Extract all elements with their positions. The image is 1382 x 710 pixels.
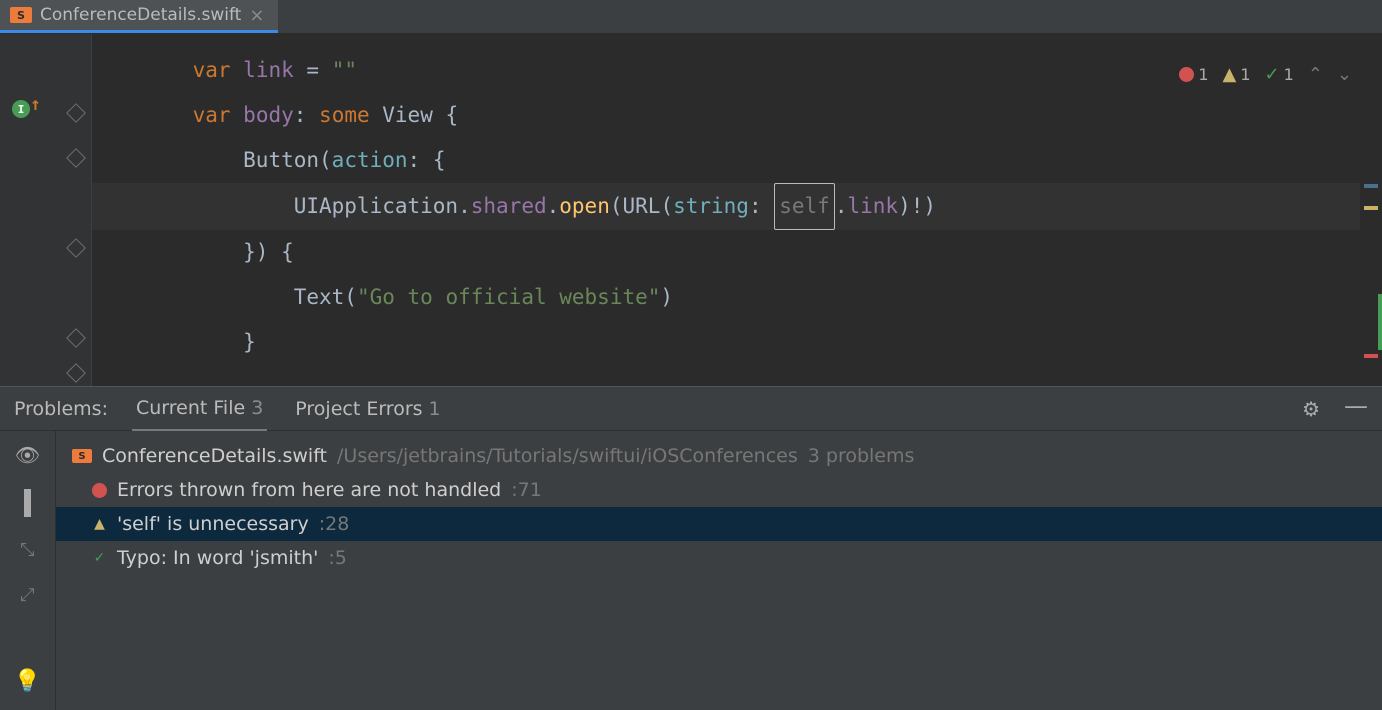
problems-panel: Problems: Current File 3 Project Errors … bbox=[0, 386, 1382, 710]
stripe-mark[interactable] bbox=[1364, 184, 1378, 188]
checkmark-icon: ✓ bbox=[1265, 64, 1280, 85]
error-stripe[interactable] bbox=[1360, 34, 1382, 386]
checkmark-icon: ✓ bbox=[92, 551, 107, 566]
fold-handle-icon[interactable] bbox=[66, 103, 86, 123]
problem-count: 3 problems bbox=[808, 445, 915, 467]
stripe-mark[interactable] bbox=[1364, 206, 1378, 210]
problems-title: Problems: bbox=[14, 398, 108, 420]
problem-item-warning[interactable]: ▲ 'self' is unnecessary :28 bbox=[56, 507, 1382, 541]
gear-icon[interactable]: ⚙ bbox=[1302, 397, 1320, 421]
minimize-icon[interactable]: — bbox=[1344, 392, 1368, 426]
eye-icon[interactable]: 👁 bbox=[15, 443, 40, 467]
file-path: /Users/jetbrains/Tutorials/swiftui/iOSCo… bbox=[337, 445, 798, 467]
quickfix-highlight[interactable]: self bbox=[774, 183, 835, 230]
tab-project-errors[interactable]: Project Errors 1 bbox=[291, 388, 444, 430]
fold-handle-icon[interactable] bbox=[66, 363, 86, 383]
interface-gutter-icon[interactable]: I bbox=[12, 100, 30, 118]
problems-file-header[interactable]: S ConferenceDetails.swift /Users/jetbrai… bbox=[56, 439, 1382, 473]
file-tab[interactable]: S ConferenceDetails.swift × bbox=[0, 0, 278, 33]
editor-gutter: I ↑ bbox=[0, 34, 92, 386]
editor-tab-bar: S ConferenceDetails.swift × bbox=[0, 0, 1382, 34]
code-line: Button(action: { bbox=[92, 138, 1360, 183]
expand-all-icon[interactable] bbox=[20, 539, 34, 560]
code-line: Text("Go to official website") bbox=[92, 275, 1360, 320]
code-line: } bbox=[92, 320, 1360, 365]
code-line: }) { bbox=[92, 230, 1360, 275]
problem-item-typo[interactable]: ✓ Typo: In word 'jsmith' :5 bbox=[56, 541, 1382, 575]
prev-problem-icon[interactable]: ⌃ bbox=[1308, 64, 1323, 85]
code-line: var link = "" bbox=[92, 48, 1360, 93]
problems-sidebar: 👁 💡 bbox=[0, 431, 56, 710]
fold-handle-icon[interactable] bbox=[66, 328, 86, 348]
swift-file-icon: S bbox=[10, 7, 32, 23]
error-icon bbox=[92, 483, 107, 498]
tab-filename: ConferenceDetails.swift bbox=[40, 5, 241, 25]
problem-item-error[interactable]: Errors thrown from here are not handled … bbox=[56, 473, 1382, 507]
fold-handle-icon[interactable] bbox=[66, 148, 86, 168]
typo-badge[interactable]: ✓1 bbox=[1265, 64, 1294, 85]
swift-file-icon: S bbox=[72, 449, 92, 463]
close-icon[interactable]: × bbox=[249, 5, 264, 26]
warning-badge[interactable]: ▲1 bbox=[1223, 64, 1251, 85]
error-icon bbox=[1179, 67, 1194, 82]
sidebar-layout-icon[interactable] bbox=[24, 491, 31, 515]
intention-bulb-icon[interactable]: 💡 bbox=[14, 669, 41, 694]
stripe-mark[interactable] bbox=[1378, 294, 1382, 350]
problems-list: S ConferenceDetails.swift /Users/jetbrai… bbox=[56, 431, 1382, 710]
collapse-all-icon[interactable] bbox=[20, 584, 34, 605]
code-line: UIApplication.shared.open(URL(string: se… bbox=[92, 183, 1360, 230]
code-line: var body: some View { bbox=[92, 93, 1360, 138]
tab-current-file[interactable]: Current File 3 bbox=[132, 387, 267, 431]
file-name: ConferenceDetails.swift bbox=[102, 445, 327, 467]
stripe-mark[interactable] bbox=[1364, 354, 1378, 358]
code-area[interactable]: var link = "" var body: some View { Butt… bbox=[92, 34, 1360, 386]
code-editor[interactable]: I ↑ var link = "" var body: some View { … bbox=[0, 34, 1382, 386]
next-problem-icon[interactable]: ⌄ bbox=[1337, 64, 1352, 85]
warning-icon: ▲ bbox=[92, 517, 107, 532]
fold-handle-icon[interactable] bbox=[66, 238, 86, 258]
problems-header: Problems: Current File 3 Project Errors … bbox=[0, 387, 1382, 431]
error-badge[interactable]: 1 bbox=[1179, 65, 1208, 84]
override-arrow-icon[interactable]: ↑ bbox=[30, 94, 41, 115]
problems-body: 👁 💡 S ConferenceDetails.swift /Users/jet… bbox=[0, 431, 1382, 710]
warning-icon: ▲ bbox=[1223, 64, 1237, 85]
inspection-summary[interactable]: 1 ▲1 ✓1 ⌃ ⌄ bbox=[1179, 64, 1352, 85]
